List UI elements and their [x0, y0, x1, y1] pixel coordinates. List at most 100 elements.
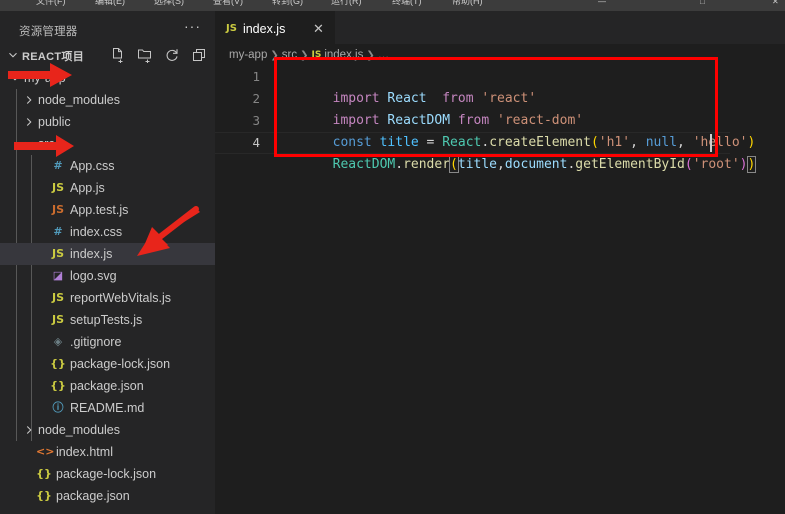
menu-item-view[interactable]: 查看(V) [213, 0, 243, 7]
tree-item-index-js[interactable]: JS index.js [0, 243, 215, 265]
js-file-icon: JS [51, 181, 64, 194]
file-tree: my-app node_modules public src # App.css JS App… [0, 67, 215, 507]
text-cursor [710, 134, 712, 152]
explorer-more-actions-icon[interactable]: ··· [184, 19, 201, 33]
tree-item-label: node_modules [38, 93, 121, 107]
menu-item-terminal[interactable]: 终端(T) [392, 0, 422, 7]
tree-item-package-lock-json[interactable]: {} package-lock.json [0, 353, 215, 375]
tree-item-node-modules[interactable]: node_modules [0, 419, 215, 441]
code-editor[interactable]: 1 2 3 4 import React from 'react' import… [215, 66, 785, 514]
menu-item-file[interactable]: 文件(F) [36, 0, 66, 7]
breadcrumb-item-index-js[interactable]: index.js [324, 49, 363, 61]
menu-item-goto[interactable]: 转到(G) [272, 0, 303, 7]
tree-item-src[interactable]: src [0, 133, 215, 155]
tree-item-node-modules[interactable]: node_modules [0, 89, 215, 111]
json-file-icon: {} [50, 357, 66, 370]
explorer-section-header[interactable]: REACT项目 [0, 44, 215, 66]
refresh-icon[interactable] [164, 47, 180, 63]
breadcrumb-item-src[interactable]: src [282, 49, 297, 61]
chevron-right-icon: ❯ [300, 49, 309, 61]
line-number-gutter: 1 2 3 4 [215, 66, 270, 514]
tree-item-label: logo.svg [70, 269, 117, 283]
tree-item-setuptests-js[interactable]: JS setupTests.js [0, 309, 215, 331]
tree-item-readme-md[interactable]: ⓘ README.md [0, 397, 215, 419]
menu-item-edit[interactable]: 编辑(E) [95, 0, 125, 7]
chevron-right-icon: ❯ [366, 49, 375, 61]
explorer-section-label: REACT项目 [22, 51, 84, 63]
tree-item-label: reportWebVitals.js [70, 291, 171, 305]
explorer-section-actions [110, 47, 207, 64]
tab-label: index.js [242, 21, 286, 36]
css-file-icon: # [53, 159, 63, 172]
menu-bar: 文件(F) 编辑(E) 选择(S) 查看(V) 转到(G) 运行(R) 终端(T… [0, 0, 785, 11]
json-file-icon: {} [50, 379, 66, 392]
close-icon[interactable]: ✕ [311, 21, 326, 36]
js-test-file-icon: JS [51, 203, 64, 216]
chevron-right-icon [22, 115, 36, 129]
tree-item-label: .gitignore [70, 335, 122, 349]
code-line: const title = React.createElement('h1', … [332, 135, 756, 150]
menu-item-select[interactable]: 选择(S) [154, 0, 184, 7]
tree-item-label: index.js [70, 247, 113, 261]
js-file-icon: JS [311, 50, 322, 60]
tree-item-label: App.css [70, 159, 115, 173]
tree-item-my-app[interactable]: my-app [0, 67, 215, 89]
menu-item-help[interactable]: 帮助(H) [452, 0, 483, 7]
chevron-down-icon [6, 48, 20, 62]
tree-item-index-html[interactable]: <> index.html [0, 441, 215, 463]
chevron-down-icon [8, 71, 22, 85]
tree-item-package-lock-json[interactable]: {} package-lock.json [0, 463, 215, 485]
tree-item-public[interactable]: public [0, 111, 215, 133]
tree-item-app-test-js[interactable]: JS App.test.js [0, 199, 215, 221]
breadcrumb: my-app ❯ src ❯ JS index.js ❯ … [215, 44, 785, 66]
line-number: 3 [252, 113, 260, 128]
js-file-icon: JS [226, 23, 237, 34]
window-close-button[interactable]: ✕ [772, 0, 779, 6]
tree-item-label: src [38, 137, 55, 151]
tree-item-logo-svg[interactable]: ◪ logo.svg [0, 265, 215, 287]
tree-item-app-js[interactable]: JS App.js [0, 177, 215, 199]
tree-item-label: public [38, 115, 71, 129]
tree-item-app-css[interactable]: # App.css [0, 155, 215, 177]
css-file-icon: # [53, 225, 63, 238]
window-minimize-button[interactable]: — [598, 0, 606, 6]
breadcrumb-item-symbol[interactable]: … [378, 49, 390, 61]
tree-item-label: README.md [70, 401, 145, 415]
collapse-all-icon[interactable] [191, 47, 207, 63]
tree-item-reportwebvitals-js[interactable]: JS reportWebVitals.js [0, 287, 215, 309]
markdown-file-icon: ⓘ [52, 401, 64, 414]
chevron-right-icon: ❯ [270, 49, 279, 61]
chevron-right-icon [22, 423, 36, 437]
code-content[interactable]: import React from 'react' import ReactDO… [270, 66, 785, 514]
line-number: 4 [252, 135, 260, 150]
new-folder-icon[interactable] [137, 47, 153, 64]
git-file-icon: ◈ [53, 335, 63, 348]
chevron-right-icon [22, 93, 36, 107]
code-line: import ReactDOM from 'react-dom' [332, 113, 584, 128]
explorer-sidebar: 资源管理器 ··· REACT项目 my-app node_modules pu… [0, 11, 215, 514]
editor-tab-bar: JS index.js ✕ [215, 11, 785, 45]
new-file-icon[interactable] [110, 47, 126, 64]
tree-item-package-json[interactable]: {} package.json [0, 485, 215, 507]
html-file-icon: <> [36, 445, 55, 458]
tree-item-gitignore[interactable]: ◈ .gitignore [0, 331, 215, 353]
breadcrumb-item-my-app[interactable]: my-app [229, 49, 267, 61]
tree-item-label: package-lock.json [70, 357, 171, 371]
tree-item-label: package-lock.json [56, 467, 157, 481]
tree-item-index-css[interactable]: # index.css [0, 221, 215, 243]
tab-index-js[interactable]: JS index.js ✕ [215, 11, 335, 45]
code-line: import React from 'react' [332, 91, 537, 106]
menu-item-run[interactable]: 运行(R) [331, 0, 362, 7]
tree-item-label: index.css [70, 225, 123, 239]
tree-item-package-json[interactable]: {} package.json [0, 375, 215, 397]
window-maximize-button[interactable]: □ [700, 0, 705, 6]
